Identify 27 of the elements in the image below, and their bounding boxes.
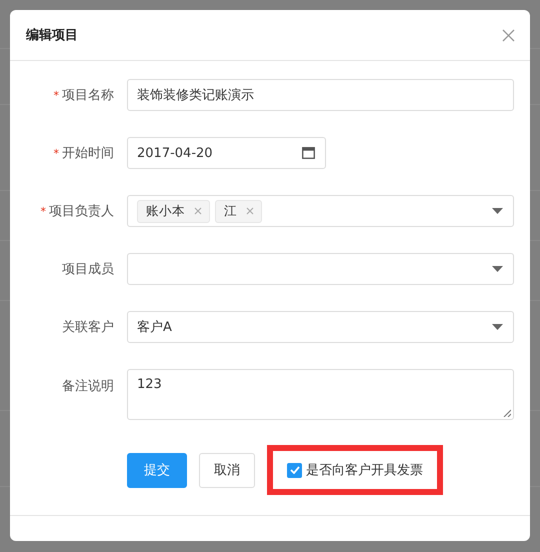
date-field[interactable]: 2017-04-20 <box>127 137 326 169</box>
field-label: 项目名称 <box>62 87 114 104</box>
required-mark: * <box>54 88 59 102</box>
caret-icon[interactable] <box>492 324 503 330</box>
caret-icon[interactable] <box>492 208 503 214</box>
close-icon[interactable] <box>502 28 515 42</box>
required-mark: * <box>54 146 59 160</box>
field-label: 备注说明 <box>62 378 114 395</box>
dialog-title: 编辑项目 <box>26 26 78 44</box>
textarea-field[interactable]: 123 <box>127 369 514 420</box>
text-field[interactable]: 装饰装修类记账演示 <box>127 79 514 111</box>
tag-label: 账小本 <box>146 202 185 220</box>
cancel-button[interactable]: 取消 <box>199 452 255 488</box>
field-label: 关联客户 <box>62 319 114 336</box>
required-mark: * <box>40 204 46 218</box>
select-field[interactable]: 账小本 江 <box>127 195 514 227</box>
tag-label: 江 <box>224 202 237 220</box>
field-label: 开始时间 <box>62 145 114 162</box>
checkbox[interactable] <box>287 462 302 478</box>
field-label: 项目成员 <box>62 261 114 278</box>
resize-icon[interactable] <box>503 409 511 417</box>
calendar-icon[interactable] <box>302 147 315 159</box>
checkbox-label[interactable]: 是否向客户开具发票 <box>306 461 423 479</box>
caret-icon[interactable] <box>492 266 503 272</box>
field-label: 项目负责人 <box>49 203 114 220</box>
select-field[interactable] <box>127 253 514 285</box>
select-field[interactable]: 客户A <box>127 311 514 343</box>
